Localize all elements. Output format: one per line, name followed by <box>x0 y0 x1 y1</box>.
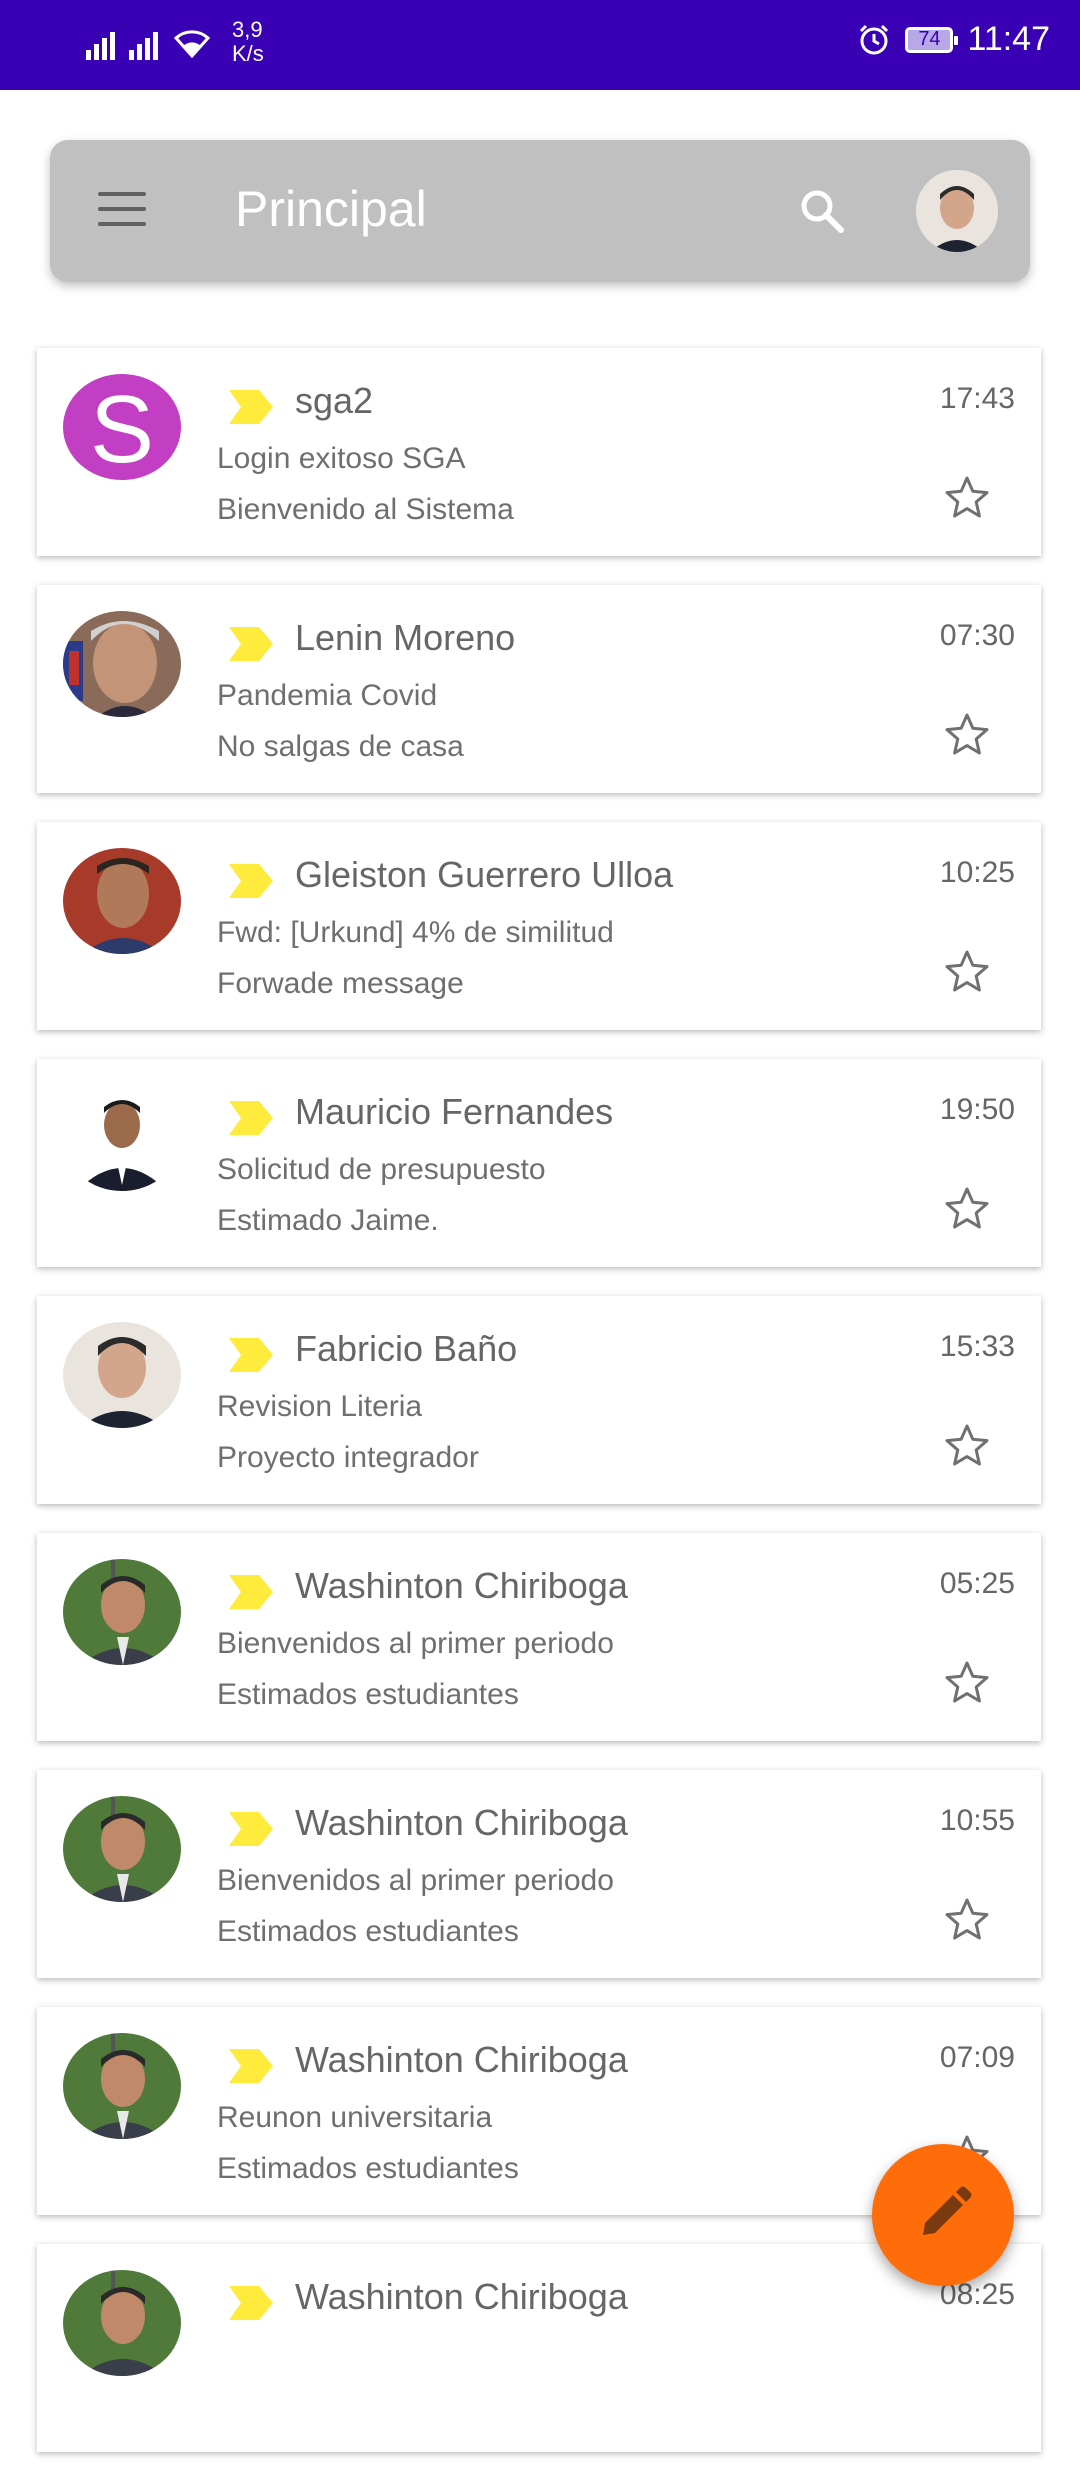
star-icon[interactable] <box>943 1422 991 1470</box>
star-icon[interactable] <box>943 948 991 996</box>
star-icon[interactable] <box>943 1185 991 1233</box>
star-icon[interactable] <box>943 474 991 522</box>
avatar <box>63 1322 181 1428</box>
avatar <box>63 1559 181 1665</box>
label-tag-icon <box>229 864 273 898</box>
battery-level: 74 <box>918 28 941 50</box>
label-tag-icon <box>229 1101 273 1135</box>
wifi-icon <box>173 30 211 58</box>
email-sender: Washinton Chiriboga <box>295 1802 628 1843</box>
net-speed-value: 3,9 <box>232 17 263 42</box>
email-time: 19:50 <box>939 1093 1015 1126</box>
email-sender: Fabricio Baño <box>295 1328 518 1369</box>
app-bar: Principal <box>50 140 1030 282</box>
email-subject: Login exitoso SGA <box>217 442 466 475</box>
email-preview: Forwade message <box>217 967 464 1000</box>
net-speed-unit: K/s <box>232 41 264 66</box>
email-subject: Bienvenidos al primer periodo <box>217 1627 614 1660</box>
email-card[interactable]: Washinton Chiriboga Bienvenidos al prime… <box>37 1533 1041 1741</box>
star-icon[interactable] <box>943 1659 991 1707</box>
email-card[interactable]: Washinton Chiriboga Bienvenidos al prime… <box>37 1770 1041 1978</box>
battery-icon: 74 <box>905 26 959 53</box>
email-preview: No salgas de casa <box>217 730 464 763</box>
email-time: 10:55 <box>939 1804 1015 1837</box>
label-tag-icon <box>229 1812 273 1846</box>
email-sender: Mauricio Fernandes <box>295 1091 614 1132</box>
net-speed: 3,9 K/s <box>232 18 264 66</box>
email-time: 17:43 <box>939 382 1015 415</box>
search-icon[interactable] <box>795 184 851 240</box>
email-sender: Washinton Chiriboga <box>295 2276 628 2317</box>
compose-button[interactable] <box>872 2144 1014 2286</box>
email-sender: Lenin Moreno <box>295 617 516 658</box>
email-card[interactable]: Mauricio Fernandes Solicitud de presupue… <box>37 1059 1041 1267</box>
label-tag-icon <box>229 627 273 661</box>
label-tag-icon <box>229 1575 273 1609</box>
email-time: 07:30 <box>939 619 1015 652</box>
status-time: 11:47 <box>967 20 1050 58</box>
email-subject: Bienvenidos al primer periodo <box>217 1864 614 1897</box>
email-subject: Revision Literia <box>217 1390 423 1423</box>
email-subject: Reunon universitaria <box>217 2101 493 2134</box>
label-tag-icon <box>229 390 273 424</box>
avatar <box>63 2033 181 2139</box>
page-title: Principal <box>235 181 427 237</box>
label-tag-icon <box>229 1338 273 1372</box>
email-time: 15:33 <box>939 1330 1015 1363</box>
email-card[interactable]: Washinton Chiriboga 08:25 <box>37 2244 1041 2452</box>
menu-icon[interactable] <box>98 192 146 230</box>
email-list: S sga2 Login exitoso SGA Bienvenido al S… <box>37 348 1041 2481</box>
avatar-letter: S <box>90 376 154 480</box>
email-subject: Fwd: [Urkund] 4% de similitud <box>217 916 614 949</box>
label-tag-icon <box>229 2286 273 2320</box>
star-icon[interactable] <box>943 1896 991 1944</box>
email-sender: Washinton Chiriboga <box>295 1565 628 1606</box>
email-card[interactable]: Gleiston Guerrero Ulloa Fwd: [Urkund] 4%… <box>37 822 1041 1030</box>
email-card[interactable]: Lenin Moreno Pandemia Covid No salgas de… <box>37 585 1041 793</box>
avatar: S <box>63 374 181 480</box>
avatar <box>63 2270 181 2376</box>
label-tag-icon <box>229 2049 273 2083</box>
email-preview: Estimados estudiantes <box>217 2152 519 2185</box>
alarm-icon <box>860 24 889 54</box>
star-icon[interactable] <box>943 711 991 759</box>
email-sender: Gleiston Guerrero Ulloa <box>295 854 674 895</box>
email-preview: Estimado Jaime. <box>217 1204 439 1237</box>
email-sender: sga2 <box>295 380 374 421</box>
email-time: 10:25 <box>939 856 1015 889</box>
status-bar: 3,9 K/s 74 11:47 <box>0 0 1080 90</box>
email-preview: Bienvenido al Sistema <box>217 493 514 526</box>
email-preview: Estimados estudiantes <box>217 1678 519 1711</box>
status-right: 74 11:47 <box>857 20 1050 59</box>
email-preview: Proyecto integrador <box>217 1441 479 1474</box>
email-card[interactable]: Fabricio Baño Revision Literia Proyecto … <box>37 1296 1041 1504</box>
avatar <box>63 1085 181 1191</box>
status-left: 3,9 K/s <box>86 18 264 66</box>
email-time: 07:09 <box>939 2041 1015 2074</box>
email-sender: Washinton Chiriboga <box>295 2039 628 2080</box>
avatar <box>63 611 181 717</box>
email-card[interactable]: S sga2 Login exitoso SGA Bienvenido al S… <box>37 348 1041 556</box>
signal-icon <box>129 24 158 60</box>
email-subject: Solicitud de presupuesto <box>217 1153 546 1186</box>
account-avatar[interactable] <box>916 170 998 252</box>
edit-icon <box>923 2186 972 2235</box>
email-subject: Pandemia Covid <box>217 679 438 712</box>
avatar <box>63 848 181 954</box>
avatar <box>63 1796 181 1902</box>
signal-icon <box>86 24 115 60</box>
email-time: 05:25 <box>939 1567 1015 1600</box>
email-preview: Estimados estudiantes <box>217 1915 519 1948</box>
